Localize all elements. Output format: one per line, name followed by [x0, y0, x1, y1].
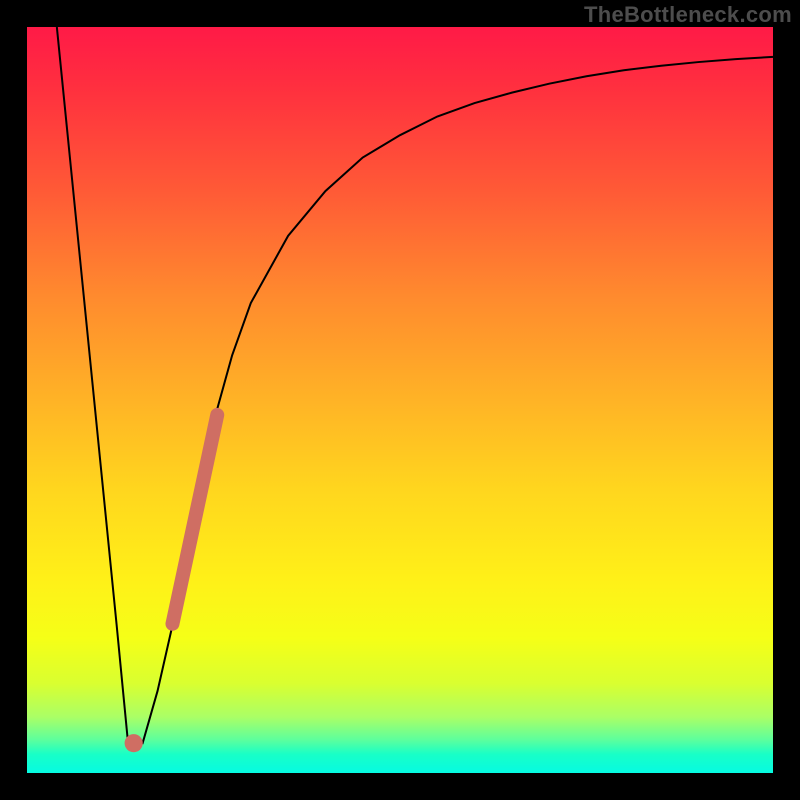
curve-line [57, 27, 773, 743]
chart-overlay [27, 27, 773, 773]
watermark-text: TheBottleneck.com [584, 2, 792, 28]
highlight-segment [172, 415, 217, 624]
chart-frame: TheBottleneck.com [0, 0, 800, 800]
marker-dot [125, 734, 143, 752]
